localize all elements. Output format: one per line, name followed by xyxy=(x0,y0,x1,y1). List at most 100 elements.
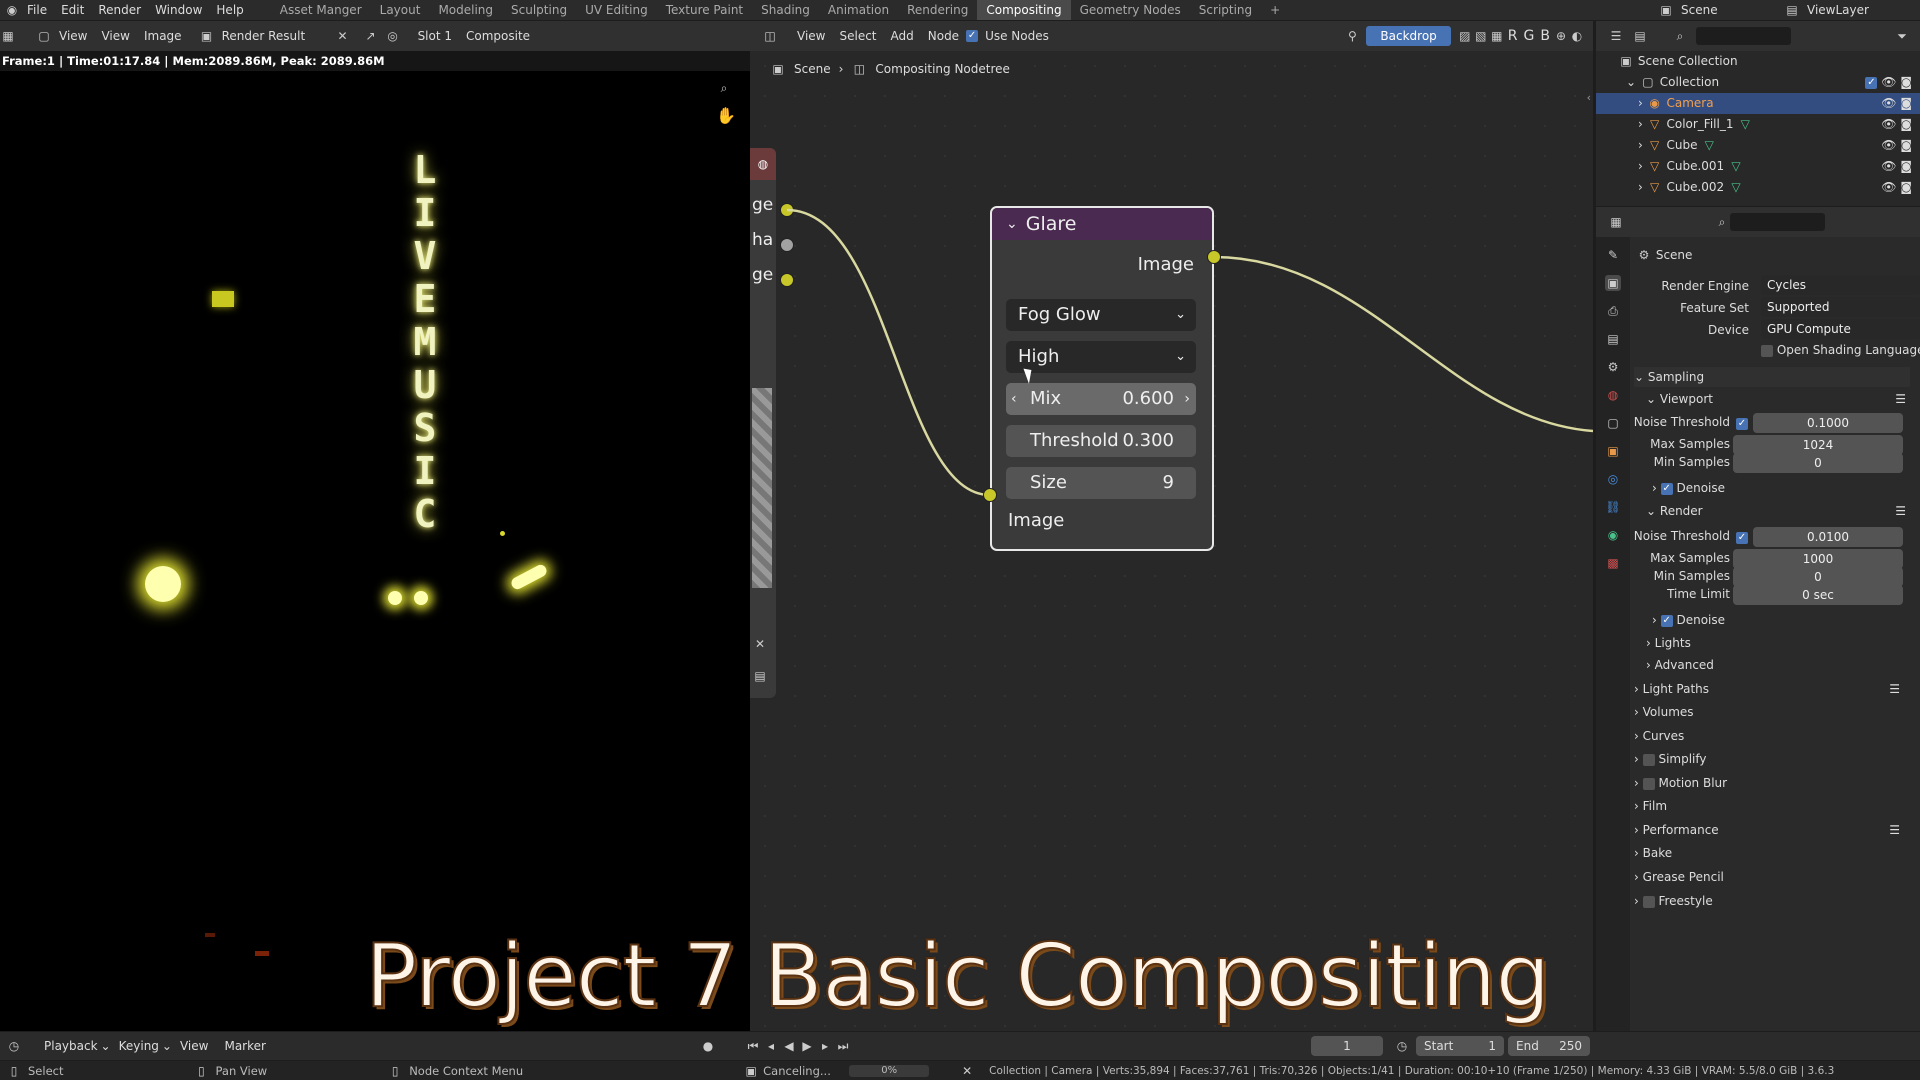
freestyle-panel[interactable]: › Freestyle xyxy=(1634,891,1910,911)
editor-type-icon[interactable]: ◫ xyxy=(762,28,778,44)
volumes-panel[interactable]: › Volumes xyxy=(1634,702,1910,722)
chevron-down-icon[interactable]: ⌄ xyxy=(1626,75,1636,89)
viewlayer-selector[interactable]: ViewLayer xyxy=(1800,3,1920,17)
slot-selector[interactable]: Slot 1 xyxy=(411,29,459,43)
osl-row[interactable]: Open Shading Language xyxy=(1761,343,1920,357)
tab-scripting[interactable]: Scripting xyxy=(1190,0,1261,20)
close-icon[interactable]: ✕ xyxy=(335,28,351,44)
current-frame-field[interactable]: 1 xyxy=(1311,1036,1383,1056)
tab-rendering[interactable]: Rendering xyxy=(898,0,977,20)
r-denoise-row[interactable]: › ✓ Denoise xyxy=(1652,613,1725,627)
search-icon[interactable]: ⌕ xyxy=(1672,28,1688,44)
jump-start-icon[interactable]: ⏮ xyxy=(745,1038,761,1054)
chevron-right-icon[interactable]: › xyxy=(1638,180,1643,194)
menu-add[interactable]: Add xyxy=(884,29,921,43)
r-denoise-checkbox[interactable]: ✓ xyxy=(1660,614,1673,627)
glare-input-socket[interactable] xyxy=(983,488,997,502)
vp-noise-threshold-checkbox[interactable]: ✓ xyxy=(1736,418,1748,430)
tab-texture-paint[interactable]: Texture Paint xyxy=(657,0,752,20)
camera-render-icon[interactable]: ◙ xyxy=(1900,117,1912,131)
glare-type-dropdown[interactable]: Fog Glow ⌄ xyxy=(1006,299,1196,331)
sampling-panel-header[interactable]: ⌄ Sampling xyxy=(1634,367,1910,387)
pass-selector[interactable]: Composite xyxy=(459,29,537,43)
overlay-icon[interactable]: ◐ xyxy=(1569,28,1585,44)
outliner-item-cube-002[interactable]: › ▽ Cube.002 ▽ 👁 ◙ xyxy=(1596,177,1920,198)
node-canvas[interactable]: ▣ Scene › ◫ Compositing Nodetree ◍ ge ha… xyxy=(750,51,1593,1031)
osl-checkbox[interactable] xyxy=(1761,344,1773,357)
channel-r[interactable]: R xyxy=(1505,28,1521,44)
menu-marker[interactable]: Marker xyxy=(224,1039,265,1053)
pan-hand-icon[interactable]: ✋ xyxy=(716,108,736,124)
channel-b[interactable]: B xyxy=(1537,28,1553,44)
freestyle-checkbox[interactable] xyxy=(1642,895,1655,908)
lights-subpanel[interactable]: › Lights xyxy=(1646,633,1920,653)
presets-icon[interactable]: ☰ xyxy=(1889,820,1900,840)
menu-view-mode[interactable]: View xyxy=(52,29,94,43)
constraints-tab-icon[interactable]: ⛓ xyxy=(1605,499,1621,515)
object-tab-icon[interactable]: ▣ xyxy=(1605,443,1621,459)
menu-file[interactable]: File xyxy=(20,3,54,17)
prev-keyframe-icon[interactable]: ◂ xyxy=(763,1038,779,1054)
threshold-field[interactable]: Threshold 0.300 xyxy=(1006,425,1196,457)
glare-node[interactable]: ⌄ Glare Image Fog Glow ⌄ High ⌄ ‹ Mix 0.… xyxy=(990,206,1214,551)
use-nodes-checkbox[interactable]: ✓ xyxy=(966,30,979,42)
chevron-right-icon[interactable]: › xyxy=(1638,96,1643,110)
view-mode-icon[interactable]: ▢ xyxy=(36,28,52,44)
device-dropdown[interactable]: GPU Compute xyxy=(1761,319,1920,339)
display-mode-icon[interactable]: ▤ xyxy=(1632,28,1648,44)
play-reverse-icon[interactable]: ◀ xyxy=(781,1038,797,1054)
bake-panel[interactable]: › Bake xyxy=(1634,843,1910,863)
play-icon[interactable]: ▶ xyxy=(799,1038,815,1054)
vp-min-samples-field[interactable]: 0 xyxy=(1733,453,1903,473)
data-tab-icon[interactable]: ◉ xyxy=(1605,527,1621,543)
tab-geometry-nodes[interactable]: Geometry Nodes xyxy=(1071,0,1190,20)
time-limit-field[interactable]: 0 sec xyxy=(1733,585,1903,605)
blender-logo-icon[interactable]: ◉ xyxy=(4,2,20,18)
image-name-field[interactable]: Render Result xyxy=(215,29,335,43)
menu-render[interactable]: Render xyxy=(91,3,148,17)
editor-type-icon[interactable]: ◷ xyxy=(6,1038,22,1054)
advanced-subpanel[interactable]: › Advanced xyxy=(1646,655,1920,675)
backdrop-toggle[interactable]: Backdrop xyxy=(1366,26,1451,46)
chevron-right-icon[interactable]: › xyxy=(1638,159,1643,173)
view-layer-tab-icon[interactable]: ▤ xyxy=(1605,331,1621,347)
tab-animation[interactable]: Animation xyxy=(819,0,898,20)
camera-render-icon[interactable]: ◙ xyxy=(1900,180,1912,194)
film-panel[interactable]: › Film xyxy=(1634,796,1910,816)
outliner-item-cube[interactable]: › ▽ Cube ▽ 👁 ◙ xyxy=(1596,135,1920,156)
glare-output-socket[interactable] xyxy=(1207,250,1221,264)
end-frame-field[interactable]: End 250 xyxy=(1508,1036,1590,1056)
camera-render-icon[interactable]: ◙ xyxy=(1900,138,1912,152)
jump-end-icon[interactable]: ⏭ xyxy=(835,1038,851,1054)
tab-sculpting[interactable]: Sculpting xyxy=(502,0,576,20)
camera-render-icon[interactable]: ◙ xyxy=(1900,159,1912,173)
menu-image[interactable]: Image xyxy=(137,29,189,43)
sidebar-toggle-icon[interactable]: ‹ xyxy=(1587,91,1591,104)
tab-uv-editing[interactable]: UV Editing xyxy=(576,0,657,20)
menu-keying[interactable]: Keying xyxy=(119,1039,159,1053)
collection-tab-icon[interactable]: ▢ xyxy=(1605,415,1621,431)
presets-icon[interactable]: ☰ xyxy=(1895,389,1906,409)
presets-icon[interactable]: ☰ xyxy=(1895,501,1906,521)
collection-exclude-checkbox[interactable]: ✓ xyxy=(1865,76,1878,89)
eye-icon[interactable]: 👁 xyxy=(1881,117,1896,131)
tab-layout[interactable]: Layout xyxy=(371,0,430,20)
snap-icon[interactable]: ⊕ xyxy=(1553,28,1569,44)
gizmo-icon[interactable]: ↗ xyxy=(363,28,379,44)
scene-tab-icon[interactable]: ⚙ xyxy=(1605,359,1621,375)
stopwatch-icon[interactable]: ◷ xyxy=(1394,1038,1410,1054)
outliner-item-cube-001[interactable]: › ▽ Cube.001 ▽ 👁 ◙ xyxy=(1596,156,1920,177)
menu-view[interactable]: View xyxy=(790,29,832,43)
scene-selector[interactable]: Scene xyxy=(1674,3,1784,17)
r-noise-threshold-field[interactable]: 0.0100 xyxy=(1753,527,1903,547)
tab-shading[interactable]: Shading xyxy=(752,0,819,20)
filter-icon[interactable]: ⏷ xyxy=(1894,28,1910,44)
menu-view[interactable]: View xyxy=(94,29,136,43)
outliner-search-input[interactable] xyxy=(1696,27,1791,45)
vp-denoise-row[interactable]: › ✓ Denoise xyxy=(1652,481,1725,495)
eye-icon[interactable]: 👁 xyxy=(1881,159,1896,173)
chevron-right-icon[interactable]: › xyxy=(1638,138,1643,152)
vp-max-samples-field[interactable]: 1024 xyxy=(1733,435,1903,455)
camera-render-icon[interactable]: ◙ xyxy=(1900,96,1912,110)
menu-window[interactable]: Window xyxy=(148,3,209,17)
